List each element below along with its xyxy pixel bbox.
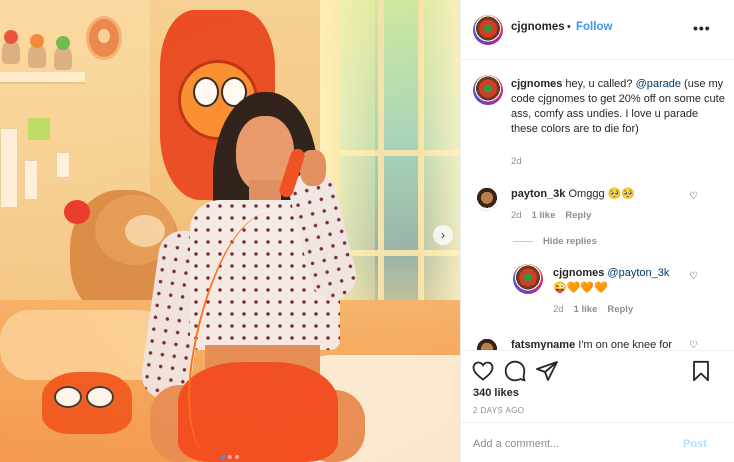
post-comment-button[interactable]: Post bbox=[683, 438, 707, 450]
comment-username[interactable]: payton_3k bbox=[511, 188, 565, 200]
likes-count[interactable]: 340 likes bbox=[473, 387, 519, 399]
comment-text: fatsmyname I'm on one knee for bbox=[511, 338, 711, 350]
share-send-icon[interactable] bbox=[535, 359, 559, 383]
comment-body: Omggg 🥺🥺 bbox=[568, 188, 636, 200]
hide-replies-line bbox=[513, 241, 533, 242]
carousel-dot[interactable] bbox=[221, 455, 225, 459]
heart-icon[interactable]: ♡ bbox=[689, 340, 698, 350]
post-side-panel: cjgnomes • Follow ••• cjgnomes hey, u ca… bbox=[460, 0, 734, 462]
reply-username[interactable]: cjgnomes bbox=[553, 267, 604, 279]
avatar[interactable] bbox=[473, 15, 503, 45]
post-header: cjgnomes • Follow ••• bbox=[461, 0, 734, 60]
comment-text: payton_3k Omggg 🥺🥺 bbox=[511, 187, 691, 202]
caption-mention[interactable]: @parade bbox=[636, 78, 681, 90]
reply-time[interactable]: 2d bbox=[553, 304, 564, 315]
add-comment-input[interactable] bbox=[473, 435, 673, 453]
heart-icon[interactable]: ♡ bbox=[689, 191, 698, 202]
caption-body: hey, u called? bbox=[565, 78, 633, 90]
reply-text: cjgnomes @payton_3k 😜🧡🧡🧡 bbox=[553, 266, 693, 296]
post-photo[interactable]: › bbox=[0, 0, 460, 462]
reply-button[interactable]: Reply bbox=[607, 304, 633, 315]
comments-list[interactable]: cjgnomes hey, u called? @parade (use my … bbox=[461, 60, 734, 350]
avatar[interactable] bbox=[473, 75, 503, 105]
comment-meta: 2d 1 like Reply bbox=[511, 210, 601, 221]
carousel-dot[interactable] bbox=[228, 455, 232, 459]
comment-bubble-icon[interactable] bbox=[503, 359, 527, 383]
comment-body: I'm on one knee for bbox=[578, 339, 673, 350]
avatar[interactable] bbox=[475, 187, 499, 211]
reply-button[interactable]: Reply bbox=[565, 210, 591, 221]
avatar[interactable] bbox=[475, 338, 499, 350]
avatar[interactable] bbox=[513, 264, 543, 294]
caption-time[interactable]: 2d bbox=[511, 156, 522, 167]
comment-likes-count[interactable]: 1 like bbox=[532, 210, 556, 221]
carousel-next-button[interactable]: › bbox=[433, 225, 453, 245]
heart-icon[interactable]: ♡ bbox=[689, 271, 698, 282]
post-timestamp[interactable]: 2 DAYS AGO bbox=[473, 406, 524, 415]
carousel-dots bbox=[0, 450, 460, 462]
caption-text: cjgnomes hey, u called? @parade (use my … bbox=[511, 77, 725, 137]
photo-glow bbox=[0, 0, 460, 462]
reply-mention[interactable]: @payton_3k bbox=[607, 267, 669, 279]
header-separator: • bbox=[567, 21, 571, 33]
action-bar: 340 likes 2 DAYS AGO bbox=[461, 350, 734, 422]
comment-time[interactable]: 2d bbox=[511, 210, 522, 221]
add-comment-bar: Post bbox=[461, 422, 734, 462]
bookmark-icon[interactable] bbox=[689, 359, 713, 383]
carousel-dot[interactable] bbox=[235, 455, 239, 459]
caption-username[interactable]: cjgnomes bbox=[511, 78, 562, 90]
header-username[interactable]: cjgnomes bbox=[511, 21, 565, 33]
comment-username[interactable]: fatsmyname bbox=[511, 339, 575, 350]
reply-body: 😜🧡🧡🧡 bbox=[553, 282, 608, 294]
more-options-icon[interactable]: ••• bbox=[693, 20, 711, 36]
like-heart-icon[interactable] bbox=[471, 359, 495, 383]
caption-meta: 2d bbox=[511, 156, 532, 167]
reply-meta: 2d 1 like Reply bbox=[553, 304, 643, 315]
follow-button[interactable]: Follow bbox=[576, 21, 612, 33]
reply-likes-count[interactable]: 1 like bbox=[574, 304, 598, 315]
hide-replies-button[interactable]: Hide replies bbox=[543, 236, 597, 247]
